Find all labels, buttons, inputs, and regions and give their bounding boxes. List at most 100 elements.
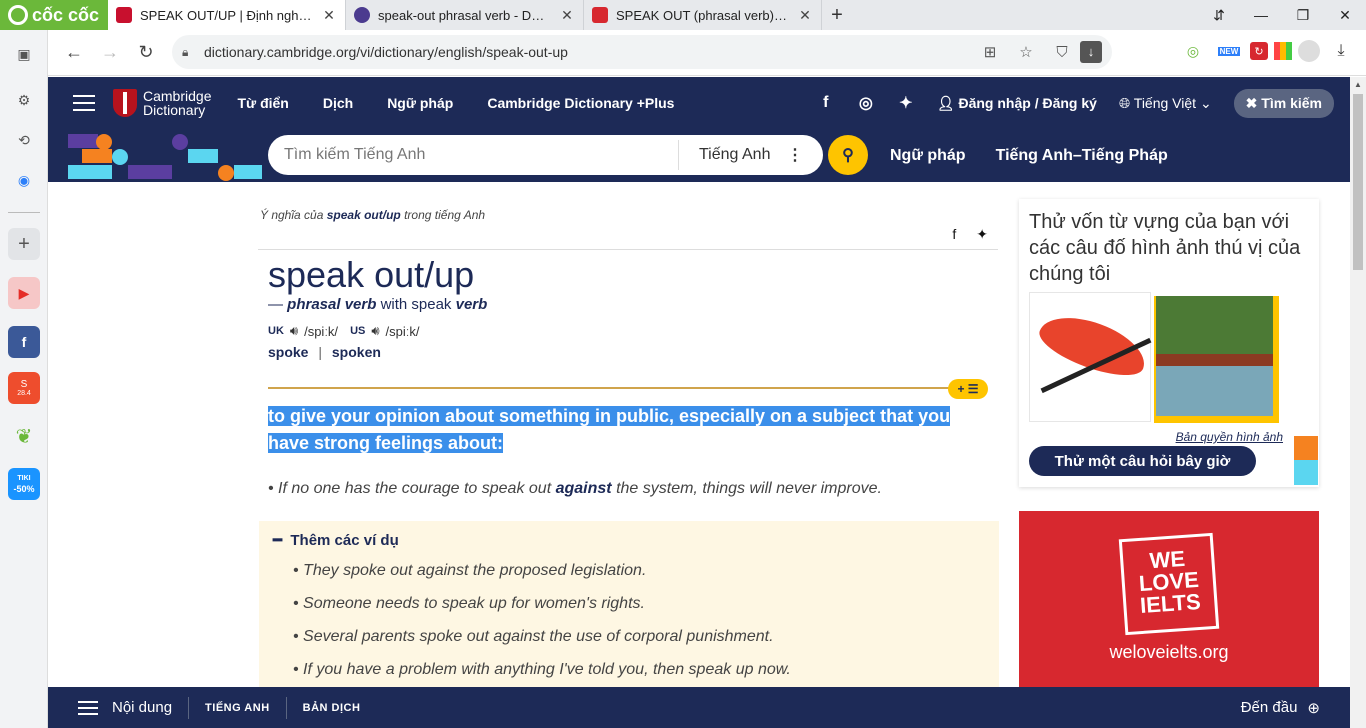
back-button[interactable]: ←	[56, 35, 92, 71]
barge-image[interactable]	[1156, 296, 1273, 416]
scroll-thumb[interactable]	[1353, 94, 1363, 270]
youtube-icon[interactable]: ▶	[8, 277, 40, 309]
facebook-icon[interactable]: f	[8, 326, 40, 358]
crumb-word: speak out/up	[326, 208, 401, 222]
tab-title: SPEAK OUT (phrasal verb) definition	[616, 7, 789, 23]
window-controls: ⇵ — ❐ ✕	[1198, 0, 1366, 30]
contents-menu-icon[interactable]	[78, 700, 98, 715]
shield-icon[interactable]: ⛉	[1044, 44, 1080, 61]
definition-text: to give your opinion about something in …	[268, 406, 951, 453]
more-vertical-icon: ⋮	[787, 147, 803, 164]
translate-icon[interactable]: ⊞	[972, 43, 1008, 61]
close-icon[interactable]: ✕	[797, 7, 813, 24]
restore-button[interactable]: ❐	[1282, 0, 1324, 30]
definition[interactable]: to give your opinion about something in …	[268, 403, 968, 457]
search-input[interactable]: Tìm kiếm Tiếng Anh	[268, 146, 678, 164]
advertisement[interactable]: WE LOVE IELTS weloveielts.org	[1019, 511, 1319, 687]
search-button[interactable]: ⚲	[828, 135, 868, 175]
share-buttons: f ✦	[952, 226, 988, 243]
color-grid-icon[interactable]	[1274, 42, 1292, 60]
page-scrollbar[interactable]: ▲	[1350, 77, 1366, 728]
entry-breadcrumb: Ý nghĩa của speak out/up trong tiếng Anh	[260, 208, 485, 222]
instagram-icon[interactable]: ◎	[857, 93, 875, 113]
scroll-up-icon[interactable]: ▲	[1350, 77, 1366, 93]
bottom-bar: Nội dung TIẾNG ANH BẢN DỊCH Đến đầu ⊕	[48, 687, 1350, 728]
us-ipa: /spiːk/	[385, 323, 420, 339]
tab-2[interactable]: speak-out phrasal verb - Definition ✕	[346, 0, 584, 30]
tab-search-icon[interactable]: ⇵	[1198, 0, 1240, 30]
shopee-icon[interactable]: S 28.4	[8, 372, 40, 404]
download-icon[interactable]: ⤓	[1326, 36, 1356, 66]
uk-ipa: /spiːk/	[304, 323, 339, 339]
add-icon[interactable]: +	[8, 228, 40, 260]
back-to-top-button[interactable]: Đến đầu ⊕	[1241, 699, 1320, 717]
download-page-icon[interactable]: ↓	[1080, 41, 1102, 63]
coccoc-leaf-icon[interactable]: ❦	[8, 420, 40, 452]
us-audio-icon[interactable]: 🔊︎	[371, 323, 379, 339]
red-app-icon[interactable]: ↻	[1250, 42, 1268, 60]
settings-icon[interactable]: ⚙	[8, 84, 40, 116]
close-icon: ✖	[1245, 94, 1258, 111]
forward-button[interactable]: →	[92, 35, 128, 71]
tab-english[interactable]: TIẾNG ANH	[205, 702, 270, 714]
new-badge-icon[interactable]: NEW	[1214, 36, 1244, 66]
dictionary-selector[interactable]: Tiếng Anh ⋮	[678, 140, 823, 170]
uk-audio-icon[interactable]: 🔊︎	[290, 323, 298, 339]
add-to-wordlist-button[interactable]: + ☰	[948, 379, 988, 399]
tab-translation[interactable]: BẢN DỊCH	[303, 702, 361, 714]
facebook-share-icon[interactable]: f	[952, 226, 956, 243]
english-french-link[interactable]: Tiếng Anh–Tiếng Pháp	[996, 147, 1168, 165]
facebook-icon[interactable]: f	[817, 94, 835, 112]
address-bar[interactable]: 🔒︎ dictionary.cambridge.org/vi/dictionar…	[172, 35, 1112, 69]
try-quiz-button[interactable]: Thử một câu hỏi bây giờ	[1029, 446, 1256, 476]
nav-plus[interactable]: Cambridge Dictionary +Plus	[470, 95, 691, 111]
tiki-icon[interactable]: TIKI -50%	[8, 468, 40, 500]
crumb-suffix: trong tiếng Anh	[404, 208, 486, 222]
avatar-icon[interactable]	[1298, 40, 1320, 62]
search-toggle-label: Tìm kiếm	[1261, 94, 1322, 111]
more-examples: ━ Thêm các ví dụ • They spoke out agains…	[259, 521, 999, 687]
quiz-decoration	[1294, 436, 1318, 460]
twitter-icon[interactable]: ✦	[897, 93, 915, 113]
more-examples-toggle[interactable]: ━ Thêm các ví dụ	[273, 531, 399, 549]
barge-shape	[1156, 354, 1273, 366]
headword: speak out/up	[268, 254, 475, 295]
grammar-link[interactable]: Ngữ pháp	[890, 147, 966, 165]
close-icon[interactable]: ✕	[321, 7, 337, 24]
history-icon[interactable]: ⟲	[8, 124, 40, 156]
tab-3[interactable]: SPEAK OUT (phrasal verb) definition ✕	[584, 0, 822, 30]
login-link[interactable]: 👤︎ Đăng nhập / Đăng ký	[937, 95, 1097, 112]
coccoc-icon[interactable]: ◎	[1178, 36, 1208, 66]
example: • If no one has the courage to speak out…	[268, 480, 882, 497]
menu-icon[interactable]	[73, 95, 95, 111]
bookmark-star-icon[interactable]: ☆	[1008, 43, 1044, 61]
example-pre: If no one has the courage to speak out	[278, 480, 552, 497]
close-window-button[interactable]: ✕	[1324, 0, 1366, 30]
kayak-image[interactable]	[1029, 292, 1153, 422]
close-icon[interactable]: ✕	[559, 7, 575, 24]
messenger-icon[interactable]: ◉	[8, 164, 40, 196]
panel-icon[interactable]: ▣	[8, 38, 40, 70]
cambridge-logo[interactable]: Cambridge Dictionary	[113, 89, 211, 117]
coccoc-menu-button[interactable]: cốc cốc	[0, 0, 108, 30]
minimize-button[interactable]: —	[1240, 0, 1282, 30]
twitter-share-icon[interactable]: ✦	[976, 226, 988, 243]
nav-grammar[interactable]: Ngữ pháp	[370, 95, 470, 111]
lock-icon[interactable]: 🔒︎	[182, 45, 204, 60]
url-text[interactable]: dictionary.cambridge.org/vi/dictionary/e…	[204, 44, 972, 60]
nav-dictionary[interactable]: Từ điển	[237, 95, 305, 111]
search-toggle-button[interactable]: ✖ Tìm kiếm	[1233, 88, 1334, 118]
logo-line2: Dictionary	[143, 102, 206, 118]
nav-translate[interactable]: Dịch	[306, 95, 370, 111]
tab-1[interactable]: SPEAK OUT/UP | Định nghĩa trong Từ điển …	[108, 0, 346, 30]
image-credits-link[interactable]: Bản quyền hình ảnh	[1176, 430, 1283, 444]
reload-button[interactable]: ↻	[128, 35, 164, 71]
contents-button[interactable]: Nội dung	[112, 699, 172, 716]
language-selector[interactable]: 🌐︎ Tiếng Việt ⌄	[1119, 95, 1212, 112]
new-tab-button[interactable]: +	[822, 0, 852, 30]
list-item: • Several parents spoke out against the …	[293, 628, 774, 645]
trees-shape	[1156, 296, 1273, 354]
pos-dash: —	[268, 296, 283, 313]
coccoc-logo-icon	[8, 5, 28, 25]
pos-verb: verb	[455, 296, 488, 313]
